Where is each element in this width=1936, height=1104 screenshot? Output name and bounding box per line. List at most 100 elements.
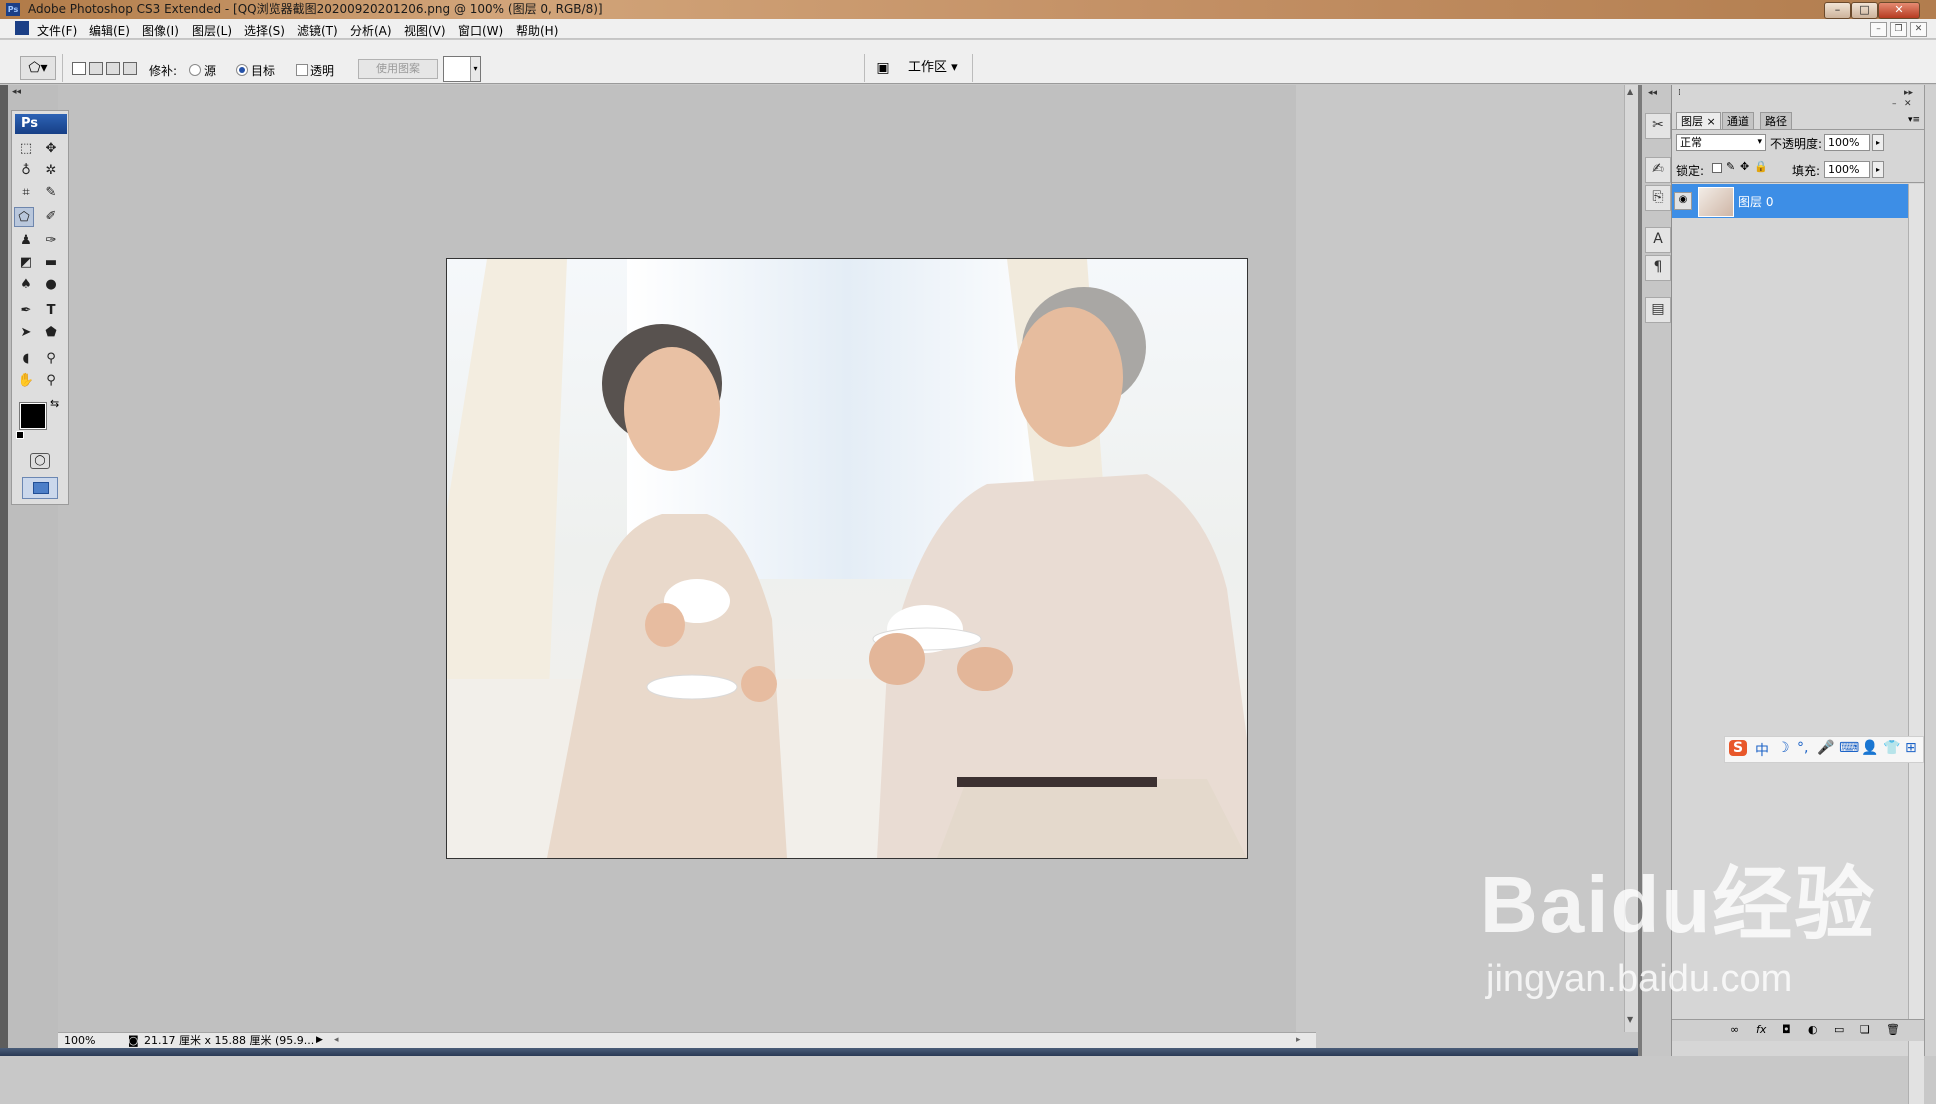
menu-view[interactable]: 视图(V): [404, 22, 446, 39]
panel-close-icon[interactable]: ✕: [1904, 99, 1912, 109]
link-layers-icon[interactable]: ∞: [1730, 1023, 1739, 1036]
doc-restore-button[interactable]: ❐: [1890, 22, 1907, 37]
ime-toolbar[interactable]: S 中 ☽ °, 🎤 ⌨ 👤 👕 ⊞: [1724, 736, 1924, 763]
scroll-right-icon[interactable]: ▸: [1296, 1033, 1301, 1048]
marquee-tool-icon[interactable]: ⬚: [16, 139, 36, 159]
pen-tool-icon[interactable]: ✒: [16, 301, 36, 321]
doc-close-button[interactable]: ✕: [1910, 22, 1927, 37]
panel-expand-icon[interactable]: ▸▸: [1904, 88, 1913, 98]
slice-tool-icon[interactable]: ✎: [41, 183, 61, 203]
menu-image[interactable]: 图像(I): [142, 22, 179, 39]
transparent-checkbox[interactable]: [296, 64, 308, 76]
status-menu-arrow-icon[interactable]: ▶: [316, 1033, 323, 1048]
zoom-level[interactable]: 100%: [64, 1033, 95, 1048]
panel-minimize-icon[interactable]: –: [1892, 99, 1897, 109]
scroll-left-icon[interactable]: ◂: [334, 1033, 339, 1048]
layer-row[interactable]: ◉ 图层 0: [1672, 184, 1908, 218]
eye-icon[interactable]: ◉: [1674, 192, 1692, 210]
fill-slider-button[interactable]: ▸: [1872, 161, 1884, 178]
add-selection-icon[interactable]: [89, 62, 103, 75]
close-button[interactable]: ✕: [1878, 2, 1920, 19]
zoom-tool-icon[interactable]: ⚲: [41, 371, 61, 391]
menu-select[interactable]: 选择(S): [244, 22, 285, 39]
lock-pixels-icon[interactable]: ✎: [1726, 160, 1735, 173]
opacity-input[interactable]: 100%: [1824, 134, 1870, 151]
tab-layers[interactable]: 图层 ×: [1676, 112, 1721, 130]
add-mask-icon[interactable]: ◘: [1782, 1023, 1791, 1036]
magic-wand-tool-icon[interactable]: ✲: [41, 161, 61, 181]
notes-tool-icon[interactable]: ◖: [16, 349, 36, 369]
menu-filter[interactable]: 滤镜(T): [297, 22, 338, 39]
brush-tool-icon[interactable]: ✐: [41, 207, 61, 227]
subtract-selection-icon[interactable]: [106, 62, 120, 75]
lock-all-icon[interactable]: 🔒: [1754, 160, 1768, 173]
new-layer-icon[interactable]: ❏: [1860, 1023, 1870, 1036]
character-panel-icon[interactable]: A: [1645, 227, 1671, 253]
target-radio[interactable]: [236, 64, 248, 76]
adjustment-layer-icon[interactable]: ◐: [1808, 1023, 1818, 1036]
eraser-tool-icon[interactable]: ◩: [16, 253, 36, 273]
minimize-button[interactable]: –: [1824, 2, 1851, 19]
keyboard-icon[interactable]: ⌨: [1839, 740, 1859, 756]
quick-mask-icon[interactable]: ◯: [30, 453, 50, 469]
pattern-picker[interactable]: ▾: [443, 56, 481, 82]
menu-analysis[interactable]: 分析(A): [350, 22, 392, 39]
layer-style-icon[interactable]: fx: [1756, 1023, 1766, 1036]
document-icon[interactable]: [15, 21, 29, 35]
intersect-selection-icon[interactable]: [123, 62, 137, 75]
hand-tool-icon[interactable]: ✋: [16, 371, 36, 391]
type-tool-icon[interactable]: T: [41, 301, 61, 321]
menu-layer[interactable]: 图层(L): [192, 22, 232, 39]
clone-source-panel-icon[interactable]: ⎘: [1645, 185, 1671, 211]
menu-file[interactable]: 文件(F): [37, 22, 77, 39]
paragraph-panel-icon[interactable]: ¶: [1645, 255, 1671, 281]
sogou-logo-icon[interactable]: S: [1729, 740, 1748, 756]
fill-input[interactable]: 100%: [1824, 161, 1870, 178]
stamp-tool-icon[interactable]: ♟: [16, 231, 36, 251]
lock-transparent-icon[interactable]: [1712, 163, 1722, 173]
doc-minimize-button[interactable]: –: [1870, 22, 1887, 37]
chinese-mode-icon[interactable]: 中: [1755, 740, 1769, 760]
use-pattern-button[interactable]: 使用图案: [358, 59, 438, 79]
brushes-panel-icon[interactable]: ✍: [1645, 157, 1671, 183]
document-info[interactable]: 21.17 厘米 x 15.88 厘米 (95.9...: [144, 1033, 314, 1048]
swap-colors-icon[interactable]: ⇆: [50, 397, 59, 410]
half-width-icon[interactable]: ☽: [1777, 740, 1790, 756]
blend-mode-select[interactable]: 正常 ▾: [1676, 134, 1766, 151]
maximize-button[interactable]: □: [1851, 2, 1878, 19]
tab-channels[interactable]: 通道: [1722, 112, 1754, 130]
shape-tool-icon[interactable]: ⬟: [41, 323, 61, 343]
delete-layer-icon[interactable]: 🗑: [1886, 1023, 1900, 1036]
screen-mode-icon[interactable]: [22, 477, 58, 499]
scroll-up-icon[interactable]: ▲: [1627, 87, 1633, 96]
new-selection-icon[interactable]: [72, 62, 86, 75]
gradient-tool-icon[interactable]: ▬: [41, 253, 61, 273]
patch-tool-icon[interactable]: ⬠: [14, 207, 34, 227]
collapse-icon[interactable]: ◂◂: [12, 87, 21, 97]
path-selection-icon[interactable]: ➤: [16, 323, 36, 343]
workspace-menu[interactable]: 工作区 ▾: [908, 58, 958, 78]
tools-panel-icon[interactable]: ✂: [1645, 113, 1671, 139]
new-group-icon[interactable]: ▭: [1834, 1023, 1844, 1036]
patch-tool-preset-picker[interactable]: ⬠▾: [20, 56, 56, 80]
crop-tool-icon[interactable]: ⌗: [16, 183, 36, 203]
opacity-slider-button[interactable]: ▸: [1872, 134, 1884, 151]
dodge-tool-icon[interactable]: ●: [41, 275, 61, 295]
eyedropper-tool-icon[interactable]: ⚲: [41, 349, 61, 369]
blur-tool-icon[interactable]: ♠: [16, 275, 36, 295]
document-canvas[interactable]: [446, 258, 1248, 859]
move-tool-icon[interactable]: ✥: [41, 139, 61, 159]
lasso-tool-icon[interactable]: ♁: [16, 161, 36, 181]
layer-comps-panel-icon[interactable]: ▤: [1645, 297, 1671, 323]
skin-icon[interactable]: 👕: [1883, 740, 1900, 756]
menu-edit[interactable]: 编辑(E): [89, 22, 130, 39]
lock-position-icon[interactable]: ✥: [1740, 160, 1749, 173]
tab-paths[interactable]: 路径: [1760, 112, 1792, 130]
default-colors-icon[interactable]: [16, 431, 24, 439]
panel-menu-icon[interactable]: ▾≡: [1908, 115, 1920, 125]
bridge-icon[interactable]: ▣: [872, 58, 894, 78]
menu-help[interactable]: 帮助(H): [516, 22, 558, 39]
punctuation-icon[interactable]: °,: [1797, 740, 1808, 756]
tools-grid-icon[interactable]: ⊞: [1905, 740, 1917, 756]
microphone-icon[interactable]: 🎤: [1817, 740, 1834, 756]
